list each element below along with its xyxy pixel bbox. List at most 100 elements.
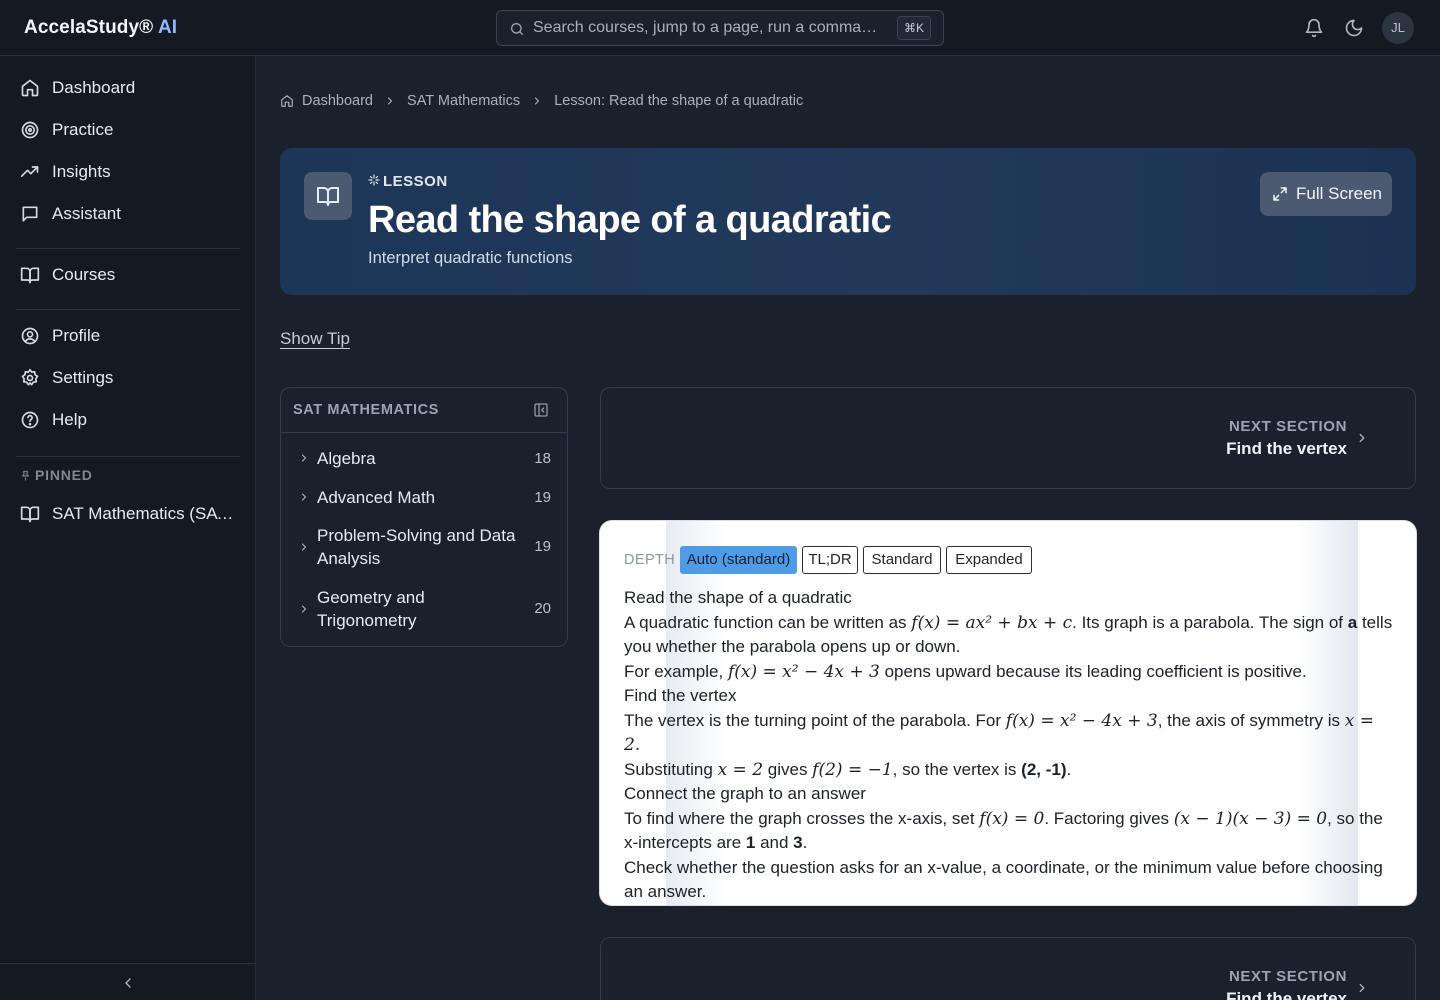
chevron-right-icon xyxy=(384,95,396,107)
shortcut-badge: ⌘K xyxy=(896,16,931,40)
topic-label: Advanced Math xyxy=(317,488,436,507)
sparkle-icon xyxy=(368,174,380,186)
lesson-paragraph: The vertex is the turning point of the p… xyxy=(624,710,1374,756)
chat-icon xyxy=(20,204,40,224)
sidebar-item-label: Dashboard xyxy=(52,78,136,97)
avatar[interactable]: JL xyxy=(1382,12,1414,44)
sidebar-item-settings[interactable]: Settings xyxy=(16,360,240,396)
collapse-panel-icon[interactable] xyxy=(533,402,549,418)
topic-advanced-math[interactable]: Advanced Math 19 xyxy=(281,485,567,511)
depth-option-tldr[interactable]: TL;DR xyxy=(802,546,858,574)
page-title: Read the shape of a quadratic xyxy=(368,199,892,241)
sidebar-item-practice[interactable]: Practice xyxy=(16,112,240,148)
topic-label: Geometry and Trigonometry xyxy=(317,588,425,630)
sidebar-divider xyxy=(16,309,240,310)
sidebar-collapse-button[interactable] xyxy=(0,963,256,1000)
sidebar-item-courses[interactable]: Courses xyxy=(16,257,240,293)
sidebar-item-label: Help xyxy=(52,410,87,429)
lesson-icon-tile xyxy=(304,172,352,220)
bell-icon[interactable] xyxy=(1304,18,1324,38)
pinned-item-sat-math[interactable]: SAT Mathematics (SAT Math) xyxy=(16,496,240,532)
chevron-left-icon xyxy=(120,975,136,991)
target-icon xyxy=(20,120,40,140)
search-placeholder: Search courses, jump to a page, run a co… xyxy=(533,19,878,36)
depth-option-expanded[interactable]: Expanded xyxy=(946,546,1032,574)
sidebar-item-help[interactable]: Help xyxy=(16,402,240,438)
next-section-title: Find the vertex xyxy=(1226,439,1347,458)
lesson-body: Read the shape of a quadratic A quadrati… xyxy=(624,586,1394,905)
breadcrumb: Dashboard SAT Mathematics Lesson: Read t… xyxy=(280,93,803,113)
sidebar-item-label: Practice xyxy=(52,120,114,139)
next-section-card[interactable]: NEXT SECTION Find the vertex xyxy=(600,387,1416,489)
topic-label: Algebra xyxy=(317,449,376,468)
sidebar-item-assistant[interactable]: Assistant xyxy=(16,196,240,232)
sidebar-item-dashboard[interactable]: Dashboard xyxy=(16,70,240,106)
page-subtitle: Interpret quadratic functions xyxy=(368,249,573,267)
full-screen-button[interactable]: Full Screen xyxy=(1260,172,1392,216)
home-icon xyxy=(280,94,294,108)
book-open-icon xyxy=(20,265,40,285)
show-tip-link[interactable]: Show Tip xyxy=(280,329,350,349)
home-icon xyxy=(20,78,40,98)
depth-label: DEPTH xyxy=(624,552,676,568)
search-input[interactable]: Search courses, jump to a page, run a co… xyxy=(496,10,944,46)
sidebar-item-label: Insights xyxy=(52,162,111,181)
chevron-right-icon xyxy=(298,541,310,553)
sidebar-item-insights[interactable]: Insights xyxy=(16,154,240,190)
gear-icon xyxy=(20,368,40,388)
course-outline-panel: SAT MATHEMATICS Algebra 18 Advanced Math… xyxy=(280,387,568,647)
trending-up-icon xyxy=(20,162,40,182)
depth-option-standard[interactable]: Standard xyxy=(863,546,941,574)
pinned-item-label: SAT Mathematics (SAT Math) xyxy=(52,504,236,523)
next-section-title: Find the vertex xyxy=(1226,989,1347,1000)
topic-algebra[interactable]: Algebra 18 xyxy=(281,446,567,472)
next-section-kicker: NEXT SECTION xyxy=(1228,968,1347,985)
breadcrumb-dashboard[interactable]: Dashboard xyxy=(302,93,373,109)
brand-logo[interactable]: AccelaStudy® AI xyxy=(24,17,177,39)
lesson-paragraph: Substituting x = 2 gives f(2) = −1, so t… xyxy=(624,759,1072,780)
sidebar-item-label: Courses xyxy=(52,265,116,284)
sidebar-item-label: Settings xyxy=(52,368,114,387)
topic-count: 19 xyxy=(534,489,551,506)
search-icon xyxy=(509,21,525,37)
pinned-heading: PINNED xyxy=(20,467,93,483)
chevron-right-icon xyxy=(1355,981,1369,995)
lesson-content-card: DEPTH Auto (standard) TL;DR Standard Exp… xyxy=(600,521,1416,905)
lesson-paragraph: Check whether the question asks for an x… xyxy=(624,857,1383,902)
chevron-right-icon xyxy=(531,95,543,107)
expand-icon xyxy=(1272,186,1288,202)
topic-geometry-trig[interactable]: Geometry and Trigonometry 20 xyxy=(281,586,567,634)
lesson-paragraph: For example, f(x) = x² − 4x + 3 opens up… xyxy=(624,661,1307,682)
sidebar-divider xyxy=(16,456,240,457)
sidebar-item-label: Profile xyxy=(52,326,101,345)
chevron-right-icon xyxy=(298,491,310,503)
section-heading: Read the shape of a quadratic xyxy=(624,588,852,607)
topic-count: 19 xyxy=(534,538,551,555)
lesson-header: LESSON Read the shape of a quadratic Int… xyxy=(280,148,1416,295)
depth-option-auto[interactable]: Auto (standard) xyxy=(680,546,797,574)
pin-icon xyxy=(20,470,31,481)
topic-label: Problem-Solving and Data Analysis xyxy=(317,526,516,568)
lesson-paragraph: A quadratic function can be written as f… xyxy=(624,612,1393,657)
lesson-kicker: LESSON xyxy=(368,173,448,190)
next-section-card[interactable]: NEXT SECTION Find the vertex xyxy=(600,937,1416,1000)
chevron-right-icon xyxy=(1355,431,1369,445)
breadcrumb-current: Lesson: Read the shape of a quadratic xyxy=(554,93,804,110)
help-circle-icon xyxy=(20,410,40,430)
topic-count: 18 xyxy=(534,450,551,467)
book-open-icon xyxy=(20,504,40,524)
sidebar-item-profile[interactable]: Profile xyxy=(16,318,240,354)
sidebar-item-label: Assistant xyxy=(52,204,121,223)
topic-problem-solving[interactable]: Problem-Solving and Data Analysis 19 xyxy=(281,524,567,572)
lesson-paragraph: To find where the graph crosses the x-ax… xyxy=(624,808,1383,853)
next-section-kicker: NEXT SECTION xyxy=(1228,418,1347,435)
breadcrumb-course[interactable]: SAT Mathematics xyxy=(407,93,520,109)
section-heading: Connect the graph to an answer xyxy=(624,784,866,803)
sidebar: Dashboard Practice Insights Assistant Co… xyxy=(0,56,256,1000)
chevron-right-icon xyxy=(298,603,310,615)
sidebar-divider xyxy=(16,248,240,249)
moon-icon[interactable] xyxy=(1344,18,1364,38)
top-bar: AccelaStudy® AI Search courses, jump to … xyxy=(0,0,1440,56)
user-circle-icon xyxy=(20,326,40,346)
chevron-right-icon xyxy=(298,452,310,464)
